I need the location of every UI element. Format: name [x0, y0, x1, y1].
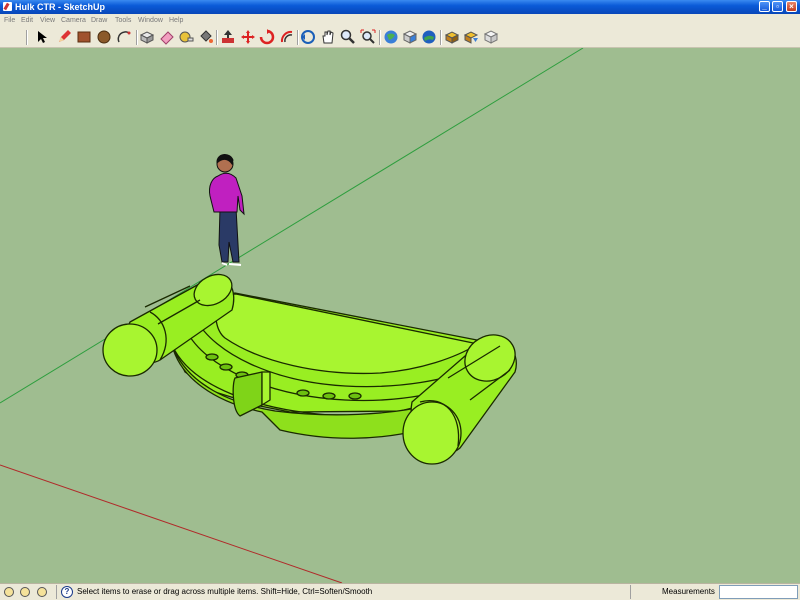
component-warehouse-button[interactable]: [444, 29, 460, 45]
minimize-button[interactable]: _: [759, 1, 770, 12]
select-tool-button[interactable]: [34, 29, 50, 45]
make-component-button[interactable]: [139, 29, 155, 45]
help-icon[interactable]: ?: [61, 586, 73, 598]
status-bar: ? Select items to erase or drag across m…: [0, 583, 800, 600]
toolbar-separator: [26, 30, 28, 45]
menu-view[interactable]: View: [40, 14, 55, 27]
menu-bar: File Edit View Camera Draw Tools Window …: [0, 14, 800, 27]
sketchup-app-icon: [3, 2, 12, 11]
eraser-tool-button[interactable]: [159, 29, 175, 45]
paint-bucket-button[interactable]: [198, 29, 214, 45]
push-pull-button[interactable]: [220, 29, 236, 45]
status-message: Select items to erase or drag across mul…: [77, 587, 373, 596]
toolbar: [0, 27, 800, 48]
model-scene: [0, 48, 584, 583]
pan-tool-button[interactable]: [320, 29, 336, 45]
title-bar: Hulk CTR - SketchUp _ ▫ ×: [0, 0, 800, 14]
maximize-button[interactable]: ▫: [772, 1, 783, 12]
menu-edit[interactable]: Edit: [21, 14, 33, 27]
toolbar-separator: [216, 30, 218, 45]
get-models-button[interactable]: [383, 29, 399, 45]
user-icon[interactable]: [37, 587, 47, 597]
arc-tool-button[interactable]: [116, 29, 132, 45]
close-button[interactable]: ×: [786, 1, 797, 12]
hovercraft-model[interactable]: [102, 268, 524, 465]
google-earth-button[interactable]: [421, 29, 437, 45]
toolbar-separator: [297, 30, 299, 45]
credits-icon[interactable]: [20, 587, 30, 597]
menu-help[interactable]: Help: [169, 14, 183, 27]
menu-camera[interactable]: Camera: [61, 14, 86, 27]
pencil-tool-button[interactable]: [56, 29, 72, 45]
orbit-tool-button[interactable]: [300, 29, 316, 45]
menu-tools[interactable]: Tools: [115, 14, 131, 27]
toolbar-separator: [379, 30, 381, 45]
menu-draw[interactable]: Draw: [91, 14, 107, 27]
share-component-button[interactable]: [463, 29, 479, 45]
status-divider: [630, 585, 631, 599]
toolbar-separator: [136, 30, 138, 45]
zoom-tool-button[interactable]: [340, 29, 356, 45]
rotate-tool-button[interactable]: [259, 29, 275, 45]
zoom-extents-button[interactable]: [360, 29, 376, 45]
window-title: Hulk CTR - SketchUp: [15, 2, 106, 12]
drawing-viewport[interactable]: [0, 48, 800, 583]
move-tool-button[interactable]: [240, 29, 256, 45]
offset-tool-button[interactable]: [279, 29, 295, 45]
menu-file[interactable]: File: [4, 14, 15, 27]
layout-button[interactable]: [483, 29, 499, 45]
tape-measure-button[interactable]: [178, 29, 194, 45]
rectangle-tool-button[interactable]: [76, 29, 92, 45]
restore-icon: ▫: [776, 2, 779, 11]
share-model-button[interactable]: [402, 29, 418, 45]
red-axis: [0, 464, 343, 583]
close-icon: ×: [789, 2, 794, 11]
menu-window[interactable]: Window: [138, 14, 163, 27]
minimize-icon: _: [762, 2, 767, 11]
status-divider: [56, 585, 57, 599]
geo-location-icon[interactable]: [4, 587, 14, 597]
measurements-label: Measurements: [662, 587, 715, 596]
measurements-input[interactable]: [719, 585, 798, 599]
person-figure[interactable]: [209, 154, 245, 266]
circle-tool-button[interactable]: [96, 29, 112, 45]
toolbar-separator: [440, 30, 442, 45]
